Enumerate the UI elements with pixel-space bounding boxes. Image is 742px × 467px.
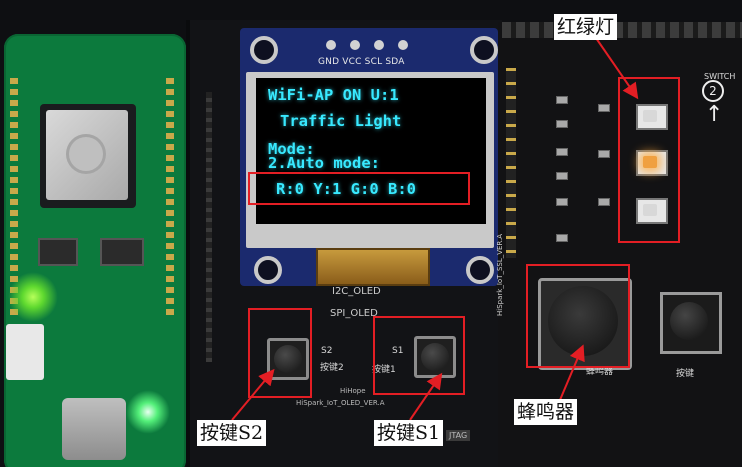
board-photo: GND VCC SCL SDA WiFi-AP ON U:1 Traffic L… [0, 0, 742, 467]
arrow-buzzer [559, 344, 585, 401]
arrow-button-s2 [231, 368, 275, 421]
button-s1-callout: 按键S1 [374, 420, 444, 446]
traffic-light-callout: 红绿灯 [554, 14, 618, 40]
arrow-button-s1 [409, 372, 443, 421]
arrow-traffic-lights [595, 37, 639, 100]
annotation-arrows [231, 37, 639, 421]
buzzer-callout: 蜂鸣器 [514, 399, 578, 425]
button-s2-callout: 按键S2 [197, 420, 267, 446]
